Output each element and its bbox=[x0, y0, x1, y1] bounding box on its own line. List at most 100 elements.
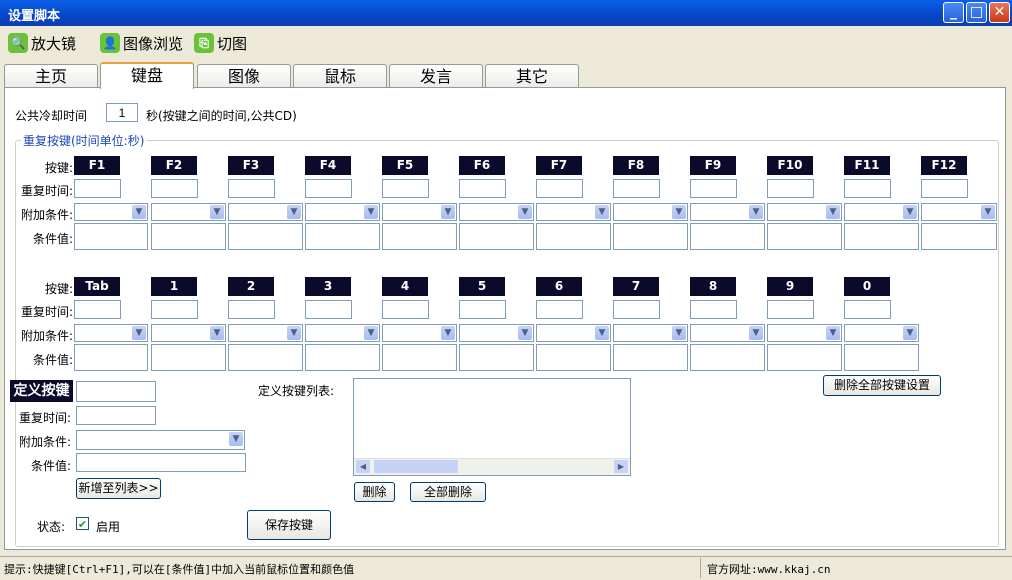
condition-select[interactable]: ▼ bbox=[382, 203, 457, 221]
condition-value-input[interactable] bbox=[690, 344, 765, 371]
repeat-time-input[interactable] bbox=[613, 300, 660, 319]
condition-select[interactable]: ▼ bbox=[844, 203, 919, 221]
condition-select[interactable]: ▼ bbox=[305, 203, 380, 221]
delete-all-key-settings-button[interactable]: 删除全部按键设置 bbox=[823, 375, 941, 396]
cut-image-button[interactable]: ⎘切图 bbox=[194, 32, 247, 54]
condition-select[interactable]: ▼ bbox=[74, 324, 148, 342]
condition-select[interactable]: ▼ bbox=[536, 203, 611, 221]
tab-speech[interactable]: 发言 bbox=[389, 64, 483, 88]
repeat-time-input[interactable] bbox=[844, 300, 891, 319]
condition-select[interactable]: ▼ bbox=[613, 324, 688, 342]
condition-select[interactable]: ▼ bbox=[459, 203, 534, 221]
condition-select[interactable]: ▼ bbox=[305, 324, 380, 342]
repeat-time-input[interactable] bbox=[921, 179, 968, 198]
custom-key-input[interactable] bbox=[76, 381, 156, 402]
condition-select[interactable]: ▼ bbox=[536, 324, 611, 342]
condition-value-input[interactable] bbox=[536, 344, 611, 371]
custom-key-list[interactable]: ◀ ▶ bbox=[353, 378, 631, 476]
repeat-time-input[interactable] bbox=[382, 300, 429, 319]
condition-select[interactable]: ▼ bbox=[690, 203, 765, 221]
condition-value-input[interactable] bbox=[536, 223, 611, 250]
condition-select[interactable]: ▼ bbox=[613, 203, 688, 221]
condition-value-input[interactable] bbox=[382, 344, 457, 371]
condition-value-input[interactable] bbox=[228, 223, 303, 250]
chevron-down-icon: ▼ bbox=[749, 326, 763, 340]
delete-all-button[interactable]: 全部删除 bbox=[410, 482, 486, 502]
tab-keyboard[interactable]: 键盘 bbox=[100, 62, 194, 89]
repeat-time-input[interactable] bbox=[151, 179, 198, 198]
repeat-time-input[interactable] bbox=[536, 300, 583, 319]
repeat-time-input[interactable] bbox=[228, 300, 275, 319]
scroll-right-icon[interactable]: ▶ bbox=[614, 460, 628, 473]
condition-value-input[interactable] bbox=[613, 223, 688, 250]
scroll-left-icon[interactable]: ◀ bbox=[356, 460, 370, 473]
tab-home[interactable]: 主页 bbox=[4, 64, 98, 88]
add-to-list-button[interactable]: 新增至列表>> bbox=[76, 478, 161, 499]
magnifier-button[interactable]: 🔍放大镜 bbox=[8, 32, 76, 54]
condition-select[interactable]: ▼ bbox=[382, 324, 457, 342]
condition-value-input[interactable] bbox=[690, 223, 765, 250]
condition-select[interactable]: ▼ bbox=[767, 203, 842, 221]
custom-value-input[interactable] bbox=[76, 453, 246, 472]
condition-value-input[interactable] bbox=[228, 344, 303, 371]
custom-repeat-input[interactable] bbox=[76, 406, 156, 425]
condition-value-input[interactable] bbox=[382, 223, 457, 250]
repeat-time-input[interactable] bbox=[767, 300, 814, 319]
condition-select[interactable]: ▼ bbox=[921, 203, 997, 221]
condition-select[interactable]: ▼ bbox=[74, 203, 148, 221]
condition-value-input[interactable] bbox=[151, 344, 226, 371]
repeat-time-input[interactable] bbox=[305, 179, 352, 198]
cooldown-suffix: 秒(按键之间的时间,公共CD) bbox=[146, 107, 297, 124]
condition-value-input[interactable] bbox=[767, 344, 842, 371]
cooldown-input[interactable] bbox=[106, 103, 138, 122]
custom-condition-select[interactable]: ▼ bbox=[76, 430, 245, 450]
image-browse-button[interactable]: 👤图像浏览 bbox=[100, 32, 183, 54]
repeat-time-input[interactable] bbox=[690, 179, 737, 198]
condition-value-input[interactable] bbox=[74, 223, 148, 250]
repeat-time-input[interactable] bbox=[536, 179, 583, 198]
tab-mouse[interactable]: 鼠标 bbox=[293, 64, 387, 88]
repeat-time-input[interactable] bbox=[459, 179, 506, 198]
condition-select[interactable]: ▼ bbox=[690, 324, 765, 342]
repeat-time-input[interactable] bbox=[613, 179, 660, 198]
condition-value-input[interactable] bbox=[844, 344, 919, 371]
condition-value-input[interactable] bbox=[74, 344, 148, 371]
delete-button[interactable]: 删除 bbox=[354, 482, 395, 502]
scroll-thumb[interactable] bbox=[374, 460, 458, 473]
repeat-time-input[interactable] bbox=[74, 300, 121, 319]
condition-value-input[interactable] bbox=[844, 223, 919, 250]
condition-value-input[interactable] bbox=[305, 344, 380, 371]
repeat-time-input[interactable] bbox=[74, 179, 121, 198]
repeat-time-input[interactable] bbox=[382, 179, 429, 198]
chevron-down-icon: ▼ bbox=[595, 205, 609, 219]
condition-value-input[interactable] bbox=[459, 223, 534, 250]
repeat-time-input[interactable] bbox=[459, 300, 506, 319]
condition-value-input[interactable] bbox=[305, 223, 380, 250]
repeat-time-input[interactable] bbox=[690, 300, 737, 319]
condition-select[interactable]: ▼ bbox=[844, 324, 919, 342]
condition-value-input[interactable] bbox=[459, 344, 534, 371]
repeat-time-input[interactable] bbox=[767, 179, 814, 198]
close-button[interactable]: ✕ bbox=[989, 2, 1010, 23]
condition-select[interactable]: ▼ bbox=[228, 324, 303, 342]
repeat-time-input[interactable] bbox=[151, 300, 198, 319]
condition-value-input[interactable] bbox=[767, 223, 842, 250]
minimize-button[interactable]: _ bbox=[943, 2, 964, 23]
condition-value-input[interactable] bbox=[151, 223, 226, 250]
maximize-button[interactable]: □ bbox=[966, 2, 987, 23]
condition-value-input[interactable] bbox=[613, 344, 688, 371]
condition-value-input[interactable] bbox=[921, 223, 997, 250]
tab-image[interactable]: 图像 bbox=[197, 64, 291, 88]
condition-select[interactable]: ▼ bbox=[228, 203, 303, 221]
condition-select[interactable]: ▼ bbox=[151, 324, 226, 342]
enable-checkbox[interactable]: ✔ bbox=[76, 517, 89, 530]
condition-select[interactable]: ▼ bbox=[459, 324, 534, 342]
repeat-time-input[interactable] bbox=[305, 300, 352, 319]
repeat-time-input[interactable] bbox=[228, 179, 275, 198]
save-keys-button[interactable]: 保存按键 bbox=[247, 510, 331, 540]
repeat-time-input[interactable] bbox=[844, 179, 891, 198]
list-hscrollbar[interactable]: ◀ ▶ bbox=[354, 458, 630, 475]
condition-select[interactable]: ▼ bbox=[767, 324, 842, 342]
condition-select[interactable]: ▼ bbox=[151, 203, 226, 221]
tab-other[interactable]: 其它 bbox=[485, 64, 579, 88]
